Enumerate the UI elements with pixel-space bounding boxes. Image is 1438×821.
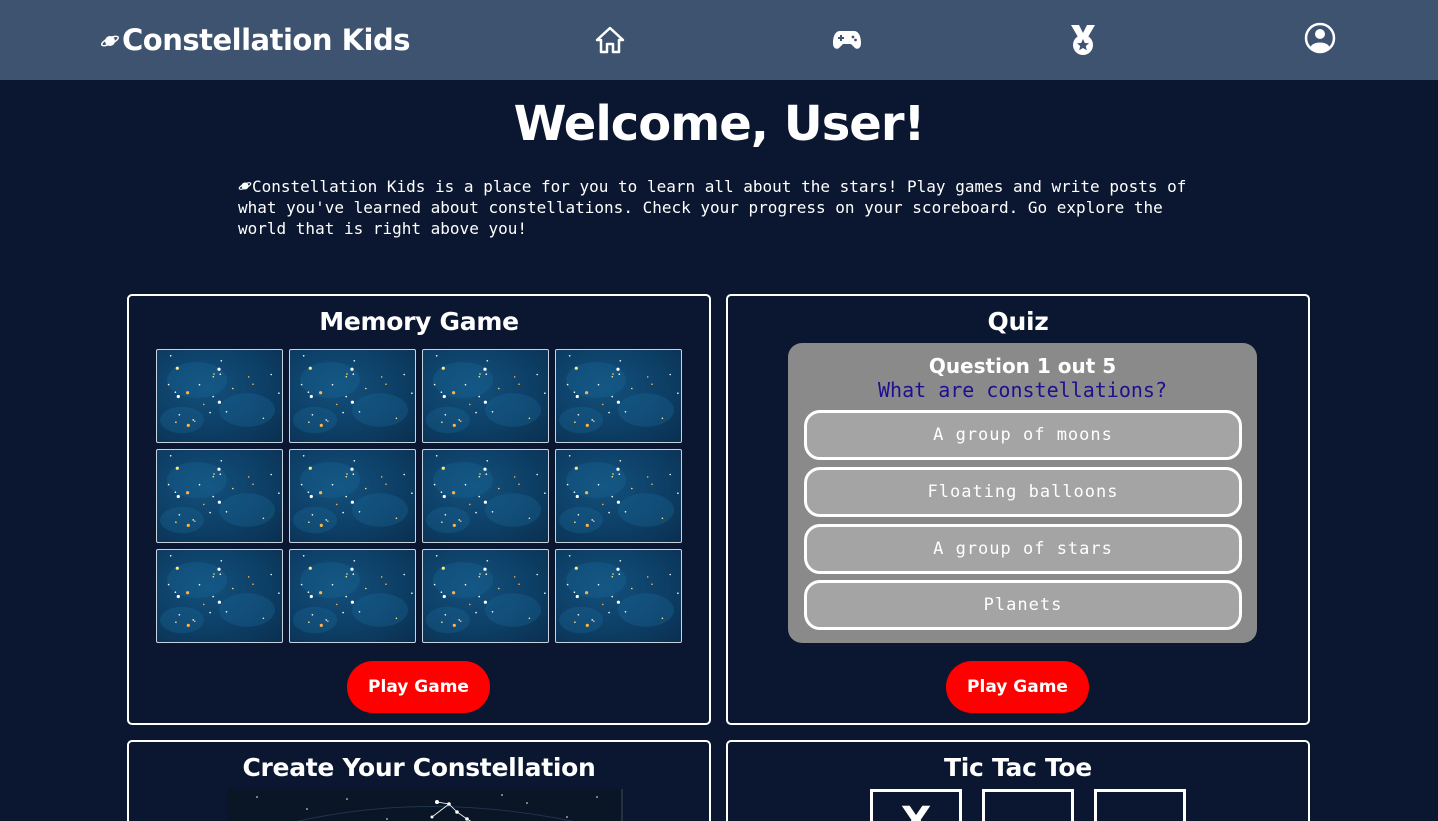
- quiz-panel: Question 1 out 5 What are constellations…: [788, 343, 1257, 643]
- memory-card[interactable]: [555, 549, 682, 643]
- tictactoe-cell[interactable]: [1094, 789, 1186, 821]
- home-icon[interactable]: [590, 20, 630, 60]
- planet-icon: [100, 35, 120, 47]
- quiz-progress: Question 1 out 5: [928, 354, 1117, 378]
- memory-grid: [156, 349, 682, 643]
- create-constellation-card: Create Your Constellation: [127, 740, 711, 821]
- quiz-option[interactable]: Planets: [804, 580, 1242, 630]
- memory-card[interactable]: [422, 349, 549, 443]
- memory-card[interactable]: [156, 349, 283, 443]
- medal-icon[interactable]: [1063, 20, 1103, 60]
- starfield-pattern: [160, 455, 280, 534]
- memory-card[interactable]: [555, 349, 682, 443]
- memory-card[interactable]: [289, 549, 416, 643]
- starfield-pattern: [160, 555, 280, 634]
- brand-logo[interactable]: Constellation Kids: [100, 18, 411, 62]
- memory-game-title: Memory Game: [319, 307, 519, 336]
- starfield-pattern: [559, 555, 679, 634]
- tictactoe-cell[interactable]: X: [870, 789, 962, 821]
- memory-card[interactable]: [156, 549, 283, 643]
- memory-card[interactable]: [289, 449, 416, 543]
- quiz-card: Quiz Question 1 out 5 What are constella…: [726, 294, 1310, 725]
- intro-text: Constellation Kids is a place for you to…: [238, 176, 1200, 239]
- memory-play-button[interactable]: Play Game: [347, 661, 490, 713]
- tictactoe-title: Tic Tac Toe: [944, 753, 1092, 782]
- starfield-pattern: [426, 455, 546, 534]
- quiz-option[interactable]: A group of moons: [804, 410, 1242, 460]
- memory-card[interactable]: [555, 449, 682, 543]
- starfield-pattern: [559, 355, 679, 434]
- starfield-pattern: [426, 555, 546, 634]
- starfield-pattern: [559, 455, 679, 534]
- page-title: Welcome, User!: [513, 96, 926, 152]
- starfield-pattern: [293, 355, 413, 434]
- navbar: Constellation Kids: [0, 0, 1438, 80]
- quiz-play-button[interactable]: Play Game: [946, 661, 1089, 713]
- tictactoe-card: Tic Tac Toe X: [726, 740, 1310, 821]
- planet-icon: [238, 182, 252, 190]
- starfield-pattern: [293, 555, 413, 634]
- quiz-title: Quiz: [987, 307, 1049, 336]
- user-icon[interactable]: [1300, 18, 1340, 58]
- constellation-canvas[interactable]: [227, 789, 623, 821]
- memory-game-card: Memory Game Play Game: [127, 294, 711, 725]
- tictactoe-cell[interactable]: [982, 789, 1074, 821]
- memory-card[interactable]: [289, 349, 416, 443]
- quiz-question: What are constellations?: [878, 378, 1167, 402]
- starfield-pattern: [426, 355, 546, 434]
- memory-card[interactable]: [156, 449, 283, 543]
- quiz-option[interactable]: A group of stars: [804, 524, 1242, 574]
- starfield-pattern: [293, 455, 413, 534]
- memory-card[interactable]: [422, 449, 549, 543]
- gamepad-icon[interactable]: [827, 20, 867, 60]
- create-constellation-title: Create Your Constellation: [242, 753, 596, 782]
- memory-card[interactable]: [422, 549, 549, 643]
- quiz-option[interactable]: Floating balloons: [804, 467, 1242, 517]
- starfield-pattern: [160, 355, 280, 434]
- intro-paragraph: Constellation Kids is a place for you to…: [238, 177, 1187, 238]
- brand-name: Constellation Kids: [122, 23, 411, 57]
